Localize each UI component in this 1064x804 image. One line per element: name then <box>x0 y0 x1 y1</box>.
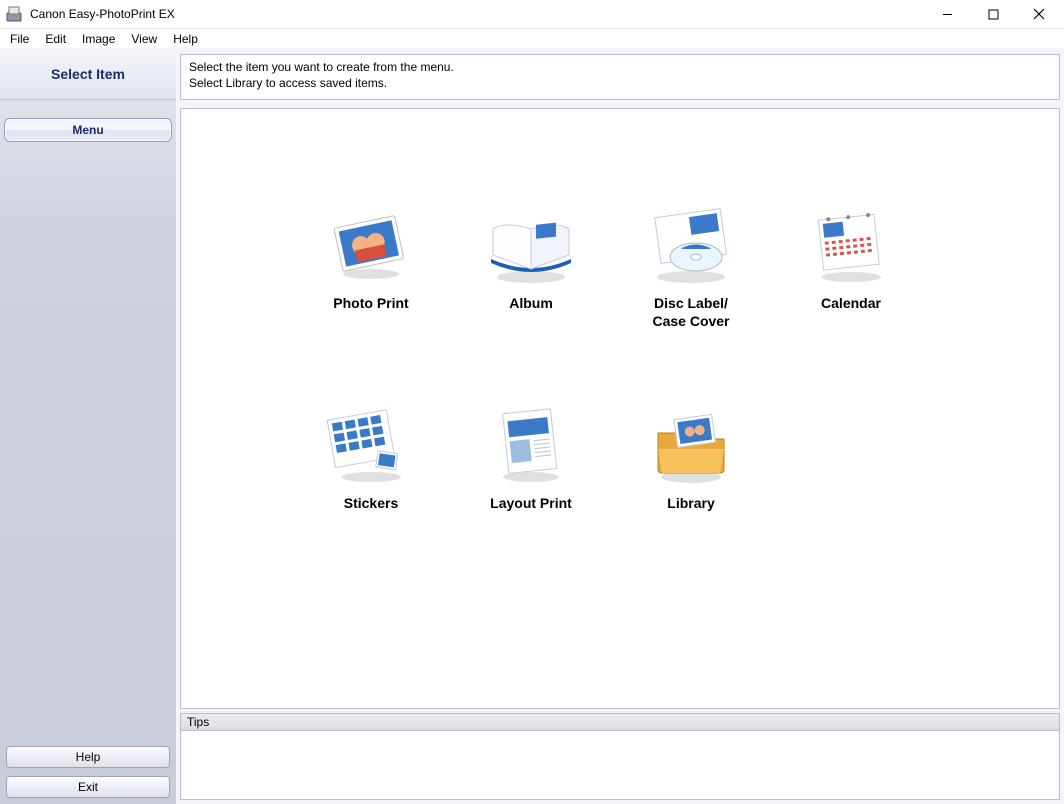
item-label: Photo Print <box>333 295 408 313</box>
content-area: Select the item you want to create from … <box>176 48 1064 804</box>
titlebar: Canon Easy-PhotoPrint EX <box>0 0 1064 28</box>
sidebar-title: Select Item <box>0 48 176 100</box>
instructions-line2: Select Library to access saved items. <box>189 75 1051 91</box>
sidebar: Select Item Menu Help Exit <box>0 48 176 804</box>
item-grid: Photo Print Album <box>291 199 1049 599</box>
stickers-icon <box>316 399 426 489</box>
tips-header: Tips <box>180 713 1060 730</box>
menu-image[interactable]: Image <box>74 30 123 48</box>
item-photo-print[interactable]: Photo Print <box>291 199 451 399</box>
menu-view[interactable]: View <box>123 30 165 48</box>
menu-file[interactable]: File <box>2 30 37 48</box>
menu-help[interactable]: Help <box>165 30 206 48</box>
item-grid-panel: Photo Print Album <box>180 108 1060 709</box>
instructions-panel: Select the item you want to create from … <box>180 54 1060 100</box>
exit-button[interactable]: Exit <box>6 776 170 798</box>
help-button[interactable]: Help <box>6 746 170 768</box>
tips-panel <box>180 730 1060 800</box>
window-maximize-button[interactable] <box>970 0 1016 28</box>
instructions-line1: Select the item you want to create from … <box>189 59 1051 75</box>
item-album[interactable]: Album <box>451 199 611 399</box>
sidebar-menu-button[interactable]: Menu <box>4 118 172 142</box>
main-region: Select Item Menu Help Exit Select the it… <box>0 48 1064 804</box>
menu-edit[interactable]: Edit <box>37 30 74 48</box>
layout-print-icon <box>476 399 586 489</box>
window-close-button[interactable] <box>1016 0 1062 28</box>
item-label: Stickers <box>344 495 398 513</box>
album-icon <box>476 199 586 289</box>
photo-print-icon <box>316 199 426 289</box>
disc-label-icon <box>636 199 746 289</box>
item-stickers[interactable]: Stickers <box>291 399 451 599</box>
item-label: Album <box>509 295 553 313</box>
calendar-icon <box>796 199 906 289</box>
item-label: Calendar <box>821 295 881 313</box>
window-minimize-button[interactable] <box>924 0 970 28</box>
item-label: Library <box>667 495 714 513</box>
library-icon <box>636 399 746 489</box>
app-icon <box>6 5 24 23</box>
item-label: Disc Label/ Case Cover <box>652 295 729 330</box>
window-title: Canon Easy-PhotoPrint EX <box>30 7 924 21</box>
menubar: File Edit Image View Help <box>0 28 1064 48</box>
item-library[interactable]: Library <box>611 399 771 599</box>
item-disc-label[interactable]: Disc Label/ Case Cover <box>611 199 771 399</box>
item-calendar[interactable]: Calendar <box>771 199 931 399</box>
item-label: Layout Print <box>490 495 572 513</box>
item-layout-print[interactable]: Layout Print <box>451 399 611 599</box>
